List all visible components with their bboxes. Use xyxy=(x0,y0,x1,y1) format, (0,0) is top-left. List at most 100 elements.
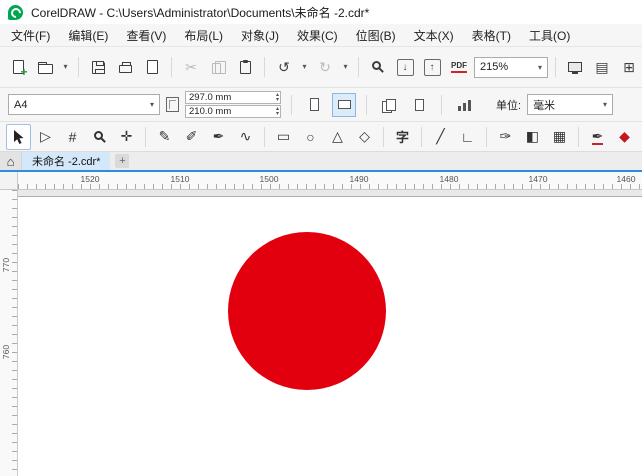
redo-icon: ↻ xyxy=(319,59,331,75)
artistic-media-tool-button[interactable]: ✐ xyxy=(179,124,204,150)
drawing-canvas[interactable] xyxy=(18,190,642,476)
search-icon xyxy=(372,61,381,70)
menu-item-view[interactable]: 查看(V) xyxy=(117,24,175,46)
save-button[interactable] xyxy=(86,55,110,79)
search-content-button[interactable] xyxy=(366,55,390,79)
pan-tool-button[interactable]: ✛ xyxy=(114,124,139,150)
shapes-icon: ◇ xyxy=(359,128,370,144)
show-grid-button[interactable]: ⊞ xyxy=(617,55,641,79)
show-rulers-button[interactable]: ▤ xyxy=(590,55,614,79)
connector-tool-button[interactable]: ∟ xyxy=(455,124,480,150)
outline-pen-tool-button[interactable]: ✒ xyxy=(585,124,610,150)
all-pages-button[interactable] xyxy=(377,93,401,117)
mesh-fill-tool-button[interactable]: ▦ xyxy=(547,124,572,150)
current-page-button[interactable] xyxy=(407,93,431,117)
text-tool-icon: 字 xyxy=(395,130,409,145)
vertical-ruler-ticks xyxy=(12,190,17,476)
menu-bar: 文件(F) 编辑(E) 查看(V) 布局(L) 对象(J) 效果(C) 位图(B… xyxy=(0,24,642,46)
undo-dropdown-button[interactable]: ▾ xyxy=(299,55,310,79)
document-tab-active[interactable]: 未命名 -2.cdr* xyxy=(22,152,111,170)
menu-item-edit[interactable]: 编辑(E) xyxy=(59,24,117,46)
redo-button[interactable]: ↻ xyxy=(313,55,337,79)
landscape-button[interactable] xyxy=(332,92,356,117)
spin-down-icon[interactable]: ▾ xyxy=(276,111,279,116)
ellipse-tool-button[interactable]: ○ xyxy=(298,124,323,150)
bar-chart-icon xyxy=(457,98,471,111)
mesh-fill-icon: ▦ xyxy=(552,128,567,144)
chevron-down-icon: ▾ xyxy=(149,100,154,109)
hruler-label: 1470 xyxy=(528,174,548,184)
fullscreen-icon xyxy=(568,62,582,74)
menu-item-bitmaps[interactable]: 位图(B) xyxy=(347,24,405,46)
menu-item-tools[interactable]: 工具(O) xyxy=(520,24,579,46)
cut-button[interactable]: ✂ xyxy=(179,55,203,79)
eyedropper-tool-button[interactable]: ✑ xyxy=(493,124,518,150)
shape-tool-button[interactable]: ▷ xyxy=(33,124,58,150)
page-width-input[interactable]: 297.0 mm ▴ ▾ xyxy=(185,91,281,104)
document-tab-bar: ⌂ 未命名 -2.cdr* + xyxy=(0,152,642,172)
import-button[interactable]: ↓ xyxy=(393,55,417,79)
print-preview-button[interactable] xyxy=(140,55,164,79)
units-combo[interactable]: 毫米 ▾ xyxy=(527,94,614,115)
fill-tool-button[interactable]: ◆ xyxy=(612,124,637,150)
common-shapes-tool-button[interactable]: ◇ xyxy=(352,124,377,150)
export-button[interactable]: ↑ xyxy=(420,55,444,79)
welcome-screen-button[interactable]: ⌂ xyxy=(0,152,22,170)
zoom-level-combo[interactable]: 215% ▾ xyxy=(474,56,548,78)
undo-button[interactable]: ↺ xyxy=(272,55,296,79)
shape-tool-icon: ▷ xyxy=(40,128,51,144)
new-tab-button[interactable]: + xyxy=(115,154,130,168)
menu-item-text[interactable]: 文本(X) xyxy=(405,24,463,46)
dimension-tool-button[interactable]: ╱ xyxy=(428,124,453,150)
interactive-fill-tool-button[interactable]: ◧ xyxy=(520,124,545,150)
rectangle-tool-button[interactable]: ▭ xyxy=(271,124,296,150)
new-document-icon xyxy=(12,60,28,79)
page-height-input[interactable]: 210.0 mm ▴ ▾ xyxy=(185,105,281,118)
pen-tool-button[interactable]: ✒ xyxy=(206,124,231,150)
menu-item-object[interactable]: 对象(J) xyxy=(232,24,288,46)
crop-tool-button[interactable]: # xyxy=(60,124,85,150)
vertical-ruler[interactable]: 770 760 xyxy=(0,190,18,476)
pick-tool-button[interactable] xyxy=(6,123,31,150)
publish-pdf-button[interactable]: PDF xyxy=(447,55,471,79)
paste-button[interactable] xyxy=(233,55,257,79)
toolbox-divider xyxy=(145,126,146,147)
toolbox-divider xyxy=(264,126,265,147)
red-circle-object[interactable] xyxy=(228,232,386,390)
new-document-button[interactable] xyxy=(6,55,30,79)
menu-item-file[interactable]: 文件(F) xyxy=(2,24,59,46)
open-dropdown-button[interactable]: ▾ xyxy=(60,55,71,79)
page-dimensions-group: 297.0 mm ▴ ▾ 210.0 mm ▴ ▾ xyxy=(185,91,281,118)
rectangle-icon: ▭ xyxy=(276,128,291,144)
polygon-tool-button[interactable]: △ xyxy=(325,124,350,150)
portrait-button[interactable] xyxy=(302,93,326,117)
document-tab-label: 未命名 -2.cdr* xyxy=(32,156,101,168)
eyedropper-icon: ✑ xyxy=(499,128,512,144)
width-spinner[interactable]: ▴ ▾ xyxy=(276,92,279,102)
height-spinner[interactable]: ▴ ▾ xyxy=(276,106,279,116)
connector-icon: ∟ xyxy=(460,128,475,145)
up-arrow-icon: ↑ xyxy=(429,61,435,73)
copy-button[interactable] xyxy=(206,55,230,79)
zoom-tool-button[interactable] xyxy=(87,124,112,150)
bezier-tool-button[interactable]: ∿ xyxy=(233,124,258,150)
redo-dropdown-button[interactable]: ▾ xyxy=(340,55,351,79)
print-icon xyxy=(118,61,132,73)
menu-item-effects[interactable]: 效果(C) xyxy=(288,24,347,46)
grid-icon: ⊞ xyxy=(623,59,635,75)
text-tool-button[interactable]: 字 xyxy=(390,124,415,150)
horizontal-ruler[interactable]: 1520 1510 1500 1490 1480 1470 1460 xyxy=(0,172,642,190)
ellipse-icon: ○ xyxy=(306,128,315,145)
page-size-combo[interactable]: A4 ▾ xyxy=(8,94,160,115)
ruler-origin-corner[interactable] xyxy=(0,172,18,189)
spin-down-icon[interactable]: ▾ xyxy=(276,97,279,102)
print-button[interactable] xyxy=(113,55,137,79)
nudge-distance-button[interactable] xyxy=(452,93,476,117)
all-pages-icon xyxy=(382,98,396,113)
freehand-tool-button[interactable]: ✎ xyxy=(152,124,177,150)
open-button[interactable] xyxy=(33,55,57,79)
menu-item-table[interactable]: 表格(T) xyxy=(463,24,520,46)
page-dimensions-icon xyxy=(166,97,179,112)
fullscreen-preview-button[interactable] xyxy=(563,55,587,79)
menu-item-layout[interactable]: 布局(L) xyxy=(175,24,232,46)
